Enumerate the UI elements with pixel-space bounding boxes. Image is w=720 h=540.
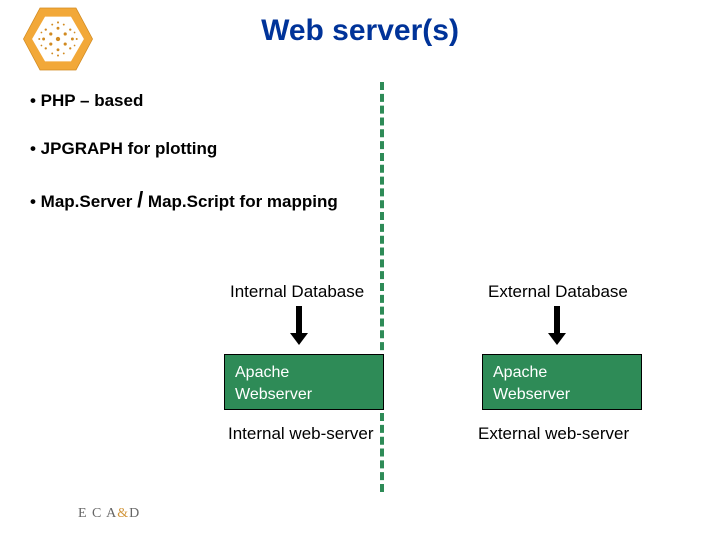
external-webserver-caption: External web-server <box>478 424 629 444</box>
apache-webserver-box-internal: Apache Webserver <box>224 354 384 410</box>
slide-title: Web server(s) <box>0 14 720 48</box>
arrow-down-icon <box>554 306 560 336</box>
box-line: Apache <box>235 362 373 384</box>
footer-text: D <box>129 506 140 521</box>
vertical-divider <box>380 82 384 492</box>
arrow-down-icon <box>296 306 302 336</box>
bullet-item: • Map.Server / Map.Script for mapping <box>30 186 338 215</box>
footer-text: E C A <box>78 506 117 521</box>
bullet-item: • JPGRAPH for plotting <box>30 138 338 160</box>
internal-database-label: Internal Database <box>230 282 364 302</box>
bullet-item: • PHP – based <box>30 90 338 112</box>
bullet-list: • PHP – based • JPGRAPH for plotting • M… <box>30 90 338 241</box>
external-database-label: External Database <box>488 282 628 302</box>
bullet-text: Map.Script for mapping <box>143 192 338 211</box>
footer-ampersand: & <box>117 506 129 521</box>
internal-webserver-caption: Internal web-server <box>228 424 374 444</box>
apache-webserver-box-external: Apache Webserver <box>482 354 642 410</box>
box-line: Webserver <box>235 384 373 406</box>
slide: Web server(s) • PHP – based • JPGRAPH fo… <box>0 0 720 540</box>
footer-logo: E C A&D <box>78 506 140 522</box>
bullet-text: • Map.Server <box>30 192 137 211</box>
box-line: Webserver <box>493 384 631 406</box>
box-line: Apache <box>493 362 631 384</box>
